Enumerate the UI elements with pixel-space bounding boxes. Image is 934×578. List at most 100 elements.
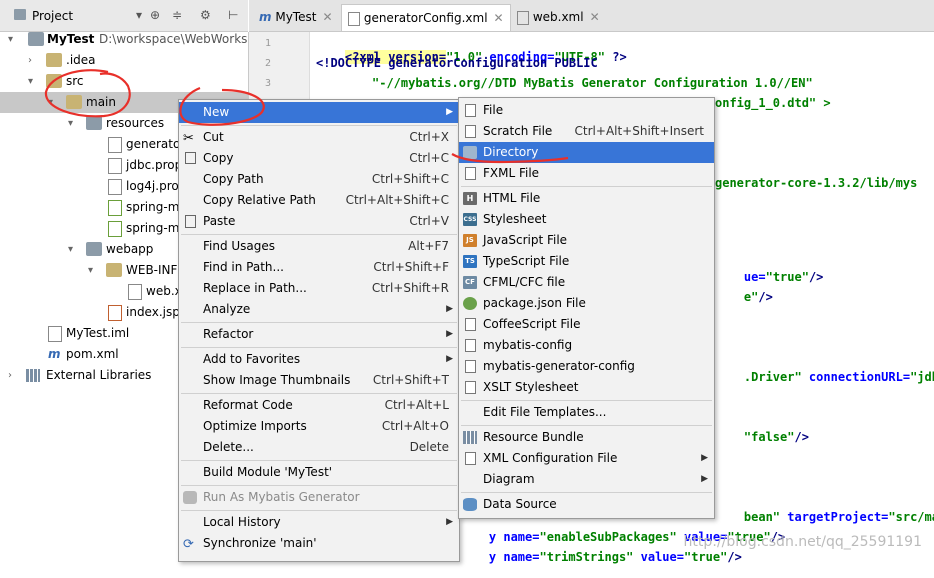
expand-arrow-icon[interactable]: ▾ (68, 239, 78, 260)
menu-label: Optimize Imports (203, 419, 307, 433)
submenu-item-edit-file-templates[interactable]: Edit File Templates... (459, 402, 714, 423)
dropdown-arrow-icon[interactable]: ▾ (136, 8, 142, 22)
tree-label: .idea (66, 53, 96, 67)
collapsed-arrow-icon[interactable]: › (28, 50, 38, 71)
tree-label: index.jsp (126, 305, 180, 319)
submenu-item-fxml-file[interactable]: FXML File (459, 163, 714, 184)
submenu-item-package-json[interactable]: package.json File (459, 293, 714, 314)
project-view-title[interactable]: Project (32, 9, 73, 23)
menu-item-find-usages[interactable]: Find Usages Alt+F7 (179, 236, 459, 257)
close-icon[interactable]: ✕ (494, 11, 504, 25)
expand-arrow-icon[interactable]: ▾ (48, 92, 58, 113)
gear-icon[interactable]: ⚙ (200, 8, 211, 22)
menu-item-synchronize[interactable]: ⟳ Synchronize 'main' (179, 533, 459, 554)
code-token: /> (808, 270, 824, 284)
submenu-item-xslt-stylesheet[interactable]: XSLT Stylesheet (459, 377, 714, 398)
menu-shortcut: Ctrl+Shift+R (371, 281, 449, 295)
menu-item-find-in-path[interactable]: Find in Path... Ctrl+Shift+F (179, 257, 459, 278)
close-icon[interactable]: ✕ (322, 10, 332, 24)
code-line: <!DOCTYPE generatorConfiguration PUBLIC (316, 56, 598, 70)
menu-label: Synchronize 'main' (203, 536, 317, 550)
html-file-icon: H (463, 192, 477, 205)
bird-icon (183, 491, 197, 504)
jsp-file-icon (108, 305, 122, 321)
expand-arrow-icon[interactable]: ▾ (68, 113, 78, 134)
menu-item-reformat-code[interactable]: Reformat Code Ctrl+Alt+L (179, 395, 459, 416)
menu-item-copy[interactable]: Copy Ctrl+C (179, 148, 459, 169)
menu-item-new[interactable]: New ▶ (179, 102, 459, 123)
menu-label: Copy Path (203, 172, 264, 186)
tree-item-idea[interactable]: › .idea (0, 50, 248, 71)
submenu-item-html-file[interactable]: H HTML File (459, 188, 714, 209)
submenu-item-javascript-file[interactable]: JS JavaScript File (459, 230, 714, 251)
menu-item-copy-path[interactable]: Copy Path Ctrl+Shift+C (179, 169, 459, 190)
menu-label: New (203, 105, 230, 119)
tab-mytest[interactable]: m MyTest ✕ (253, 4, 339, 30)
collapsed-arrow-icon[interactable]: › (8, 365, 18, 386)
menu-item-build-module[interactable]: Build Module 'MyTest' (179, 462, 459, 483)
menu-item-refactor[interactable]: Refactor ▶ (179, 324, 459, 345)
menu-label: mybatis-config (483, 338, 573, 352)
line-number: 1 (264, 38, 271, 49)
submenu-item-file[interactable]: File (459, 100, 714, 121)
module-folder-icon (28, 32, 44, 46)
menu-item-cut[interactable]: ✂ Cut Ctrl+X (179, 127, 459, 148)
menu-separator (181, 510, 457, 511)
menu-label: Show Image Thumbnails (203, 373, 351, 387)
menu-item-replace-in-path[interactable]: Replace in Path... Ctrl+Shift+R (179, 278, 459, 299)
menu-label: Data Source (483, 497, 557, 511)
submenu-item-coffeescript-file[interactable]: CoffeeScript File (459, 314, 714, 335)
menu-shortcut: Ctrl+Alt+Shift+Insert (574, 124, 704, 138)
tree-item-mytest[interactable]: ▾ MyTest D:\workspace\WebWorks (0, 32, 248, 50)
menu-item-analyze[interactable]: Analyze ▶ (179, 299, 459, 320)
tab-label: MyTest (275, 10, 317, 24)
tree-label: spring-m (126, 221, 180, 235)
menu-label: mybatis-generator-config (483, 359, 635, 373)
expand-arrow-icon[interactable]: ▾ (8, 32, 18, 50)
submenu-item-xml-configuration-file[interactable]: XML Configuration File ▶ (459, 448, 714, 469)
menu-separator (181, 485, 457, 486)
tab-generatorconfig[interactable]: generatorConfig.xml ✕ (341, 4, 511, 31)
code-token: "src/mai (888, 510, 934, 524)
menu-item-optimize-imports[interactable]: Optimize Imports Ctrl+Alt+O (179, 416, 459, 437)
submenu-item-data-source[interactable]: Data Source (459, 494, 714, 515)
locate-icon[interactable]: ⊕ (150, 8, 160, 22)
submenu-item-mybatis-config[interactable]: mybatis-config (459, 335, 714, 356)
code-line: "false"/> (715, 416, 809, 458)
tree-item-src[interactable]: ▾ src (0, 71, 248, 92)
menu-label: Scratch File (483, 124, 553, 138)
menu-label: Replace in Path... (203, 281, 307, 295)
menu-label: Edit File Templates... (483, 405, 607, 419)
submenu-item-cfml-file[interactable]: CF CFML/CFC file (459, 272, 714, 293)
submenu-item-diagram[interactable]: Diagram ▶ (459, 469, 714, 490)
project-panel-header: Project ▾ ⊕ ≑ ⚙ ⊢ (0, 0, 248, 32)
menu-item-paste[interactable]: Paste Ctrl+V (179, 211, 459, 232)
tree-label: spring-m (126, 200, 180, 214)
submenu-item-mybatis-generator-config[interactable]: mybatis-generator-config (459, 356, 714, 377)
tab-web-xml[interactable]: web.xml ✕ (511, 4, 606, 30)
menu-shortcut: Ctrl+Shift+C (371, 172, 449, 186)
menu-separator (181, 347, 457, 348)
menu-shortcut: Ctrl+Shift+F (373, 260, 449, 274)
submenu-item-scratch-file[interactable]: Scratch File Ctrl+Alt+Shift+Insert (459, 121, 714, 142)
submenu-item-directory[interactable]: Directory (459, 142, 714, 163)
menu-item-local-history[interactable]: Local History ▶ (179, 512, 459, 533)
js-file-icon: JS (463, 234, 477, 247)
submenu-item-resource-bundle[interactable]: Resource Bundle (459, 427, 714, 448)
expand-arrow-icon[interactable]: ▾ (88, 260, 98, 281)
menu-item-show-image-thumbnails[interactable]: Show Image Thumbnails Ctrl+Shift+T (179, 370, 459, 391)
expand-arrow-icon[interactable]: ▾ (28, 71, 38, 92)
submenu-item-typescript-file[interactable]: TS TypeScript File (459, 251, 714, 272)
code-line: "-//mybatis.org//DTD MyBatis Generator C… (372, 76, 813, 90)
sync-icon: ⟳ (183, 537, 194, 552)
spring-xml-file-icon (108, 200, 122, 216)
menu-item-copy-relative-path[interactable]: Copy Relative Path Ctrl+Alt+Shift+C (179, 190, 459, 211)
menu-item-run-mybatis-generator[interactable]: Run As Mybatis Generator (179, 487, 459, 508)
hide-panel-icon[interactable]: ⊢ (228, 8, 238, 22)
close-icon[interactable]: ✕ (590, 10, 600, 24)
submenu-item-stylesheet[interactable]: CSS Stylesheet (459, 209, 714, 230)
menu-shortcut: Alt+F7 (408, 239, 449, 253)
menu-item-delete[interactable]: Delete... Delete (179, 437, 459, 458)
collapse-icon[interactable]: ≑ (172, 8, 182, 22)
menu-item-add-to-favorites[interactable]: Add to Favorites ▶ (179, 349, 459, 370)
